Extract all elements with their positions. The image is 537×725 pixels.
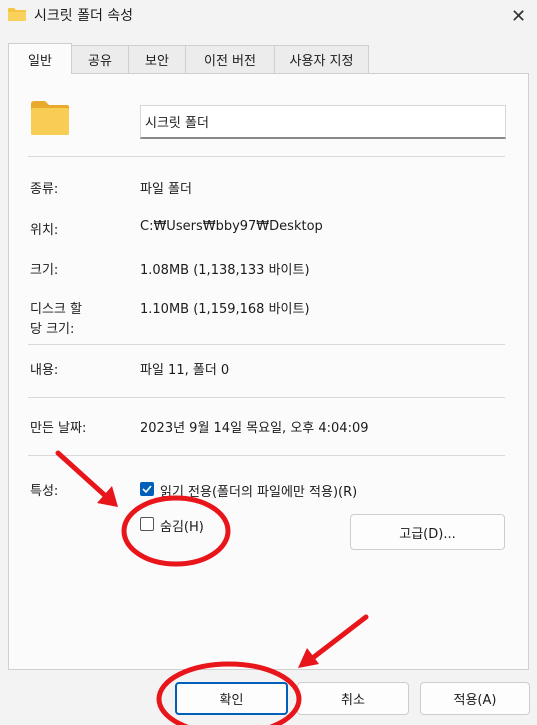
tab-sharing[interactable]: 공유 <box>71 45 129 73</box>
divider <box>28 455 505 456</box>
disk-size-value: 1.10MB (1,159,168 바이트) <box>140 302 310 317</box>
tab-customize[interactable]: 사용자 지정 <box>274 45 369 73</box>
apply-button[interactable]: 적용(A) <box>420 682 530 715</box>
contents-value: 파일 11, 폴더 0 <box>140 363 230 378</box>
window-title: 시크릿 폴더 속성 <box>34 8 134 24</box>
readonly-label[interactable]: 읽기 전용(폴더의 파일에만 적용)(R) <box>160 481 357 500</box>
size-value: 1.08MB (1,138,133 바이트) <box>140 263 310 278</box>
readonly-checkbox[interactable] <box>140 482 154 496</box>
cancel-button[interactable]: 취소 <box>297 682 409 715</box>
tab-security[interactable]: 보안 <box>128 45 186 73</box>
folder-name-input[interactable] <box>140 105 506 139</box>
hidden-label[interactable]: 숨김(H) <box>160 516 204 535</box>
folder-icon <box>31 101 69 135</box>
tab-label: 이전 버전 <box>204 54 256 69</box>
folder-icon <box>8 8 26 21</box>
location-value: C:₩Users₩bby97₩Desktop <box>140 219 323 234</box>
disk-size-label-line1: 디스크 할 <box>30 302 82 317</box>
hidden-checkbox[interactable] <box>140 517 154 531</box>
ok-button[interactable]: 확인 <box>175 682 288 715</box>
tab-previous-versions[interactable]: 이전 버전 <box>185 45 275 73</box>
advanced-button[interactable]: 고급(D)... <box>350 514 505 550</box>
divider <box>28 156 505 157</box>
tab-label: 보안 <box>145 54 169 69</box>
tab-general[interactable]: 일반 <box>8 43 72 74</box>
contents-label: 내용: <box>30 363 59 378</box>
tab-label: 공유 <box>88 54 112 69</box>
close-icon: ✕ <box>510 5 527 27</box>
attributes-label: 특성: <box>30 484 59 499</box>
divider <box>28 397 505 398</box>
tab-label: 일반 <box>28 53 52 69</box>
close-button[interactable]: ✕ <box>500 0 537 32</box>
general-panel <box>8 73 529 670</box>
created-value: 2023년 9월 14일 목요일, 오후 4:04:09 <box>140 421 369 436</box>
size-label: 크기: <box>30 263 59 278</box>
created-label: 만든 날짜: <box>30 421 87 436</box>
disk-size-label-line2: 당 크기: <box>30 322 75 337</box>
checkmark-icon <box>142 485 152 494</box>
type-label: 종류: <box>30 182 59 197</box>
tab-label: 사용자 지정 <box>289 54 354 69</box>
type-value: 파일 폴더 <box>140 182 192 197</box>
location-label: 위치: <box>30 223 59 238</box>
divider <box>28 344 505 345</box>
